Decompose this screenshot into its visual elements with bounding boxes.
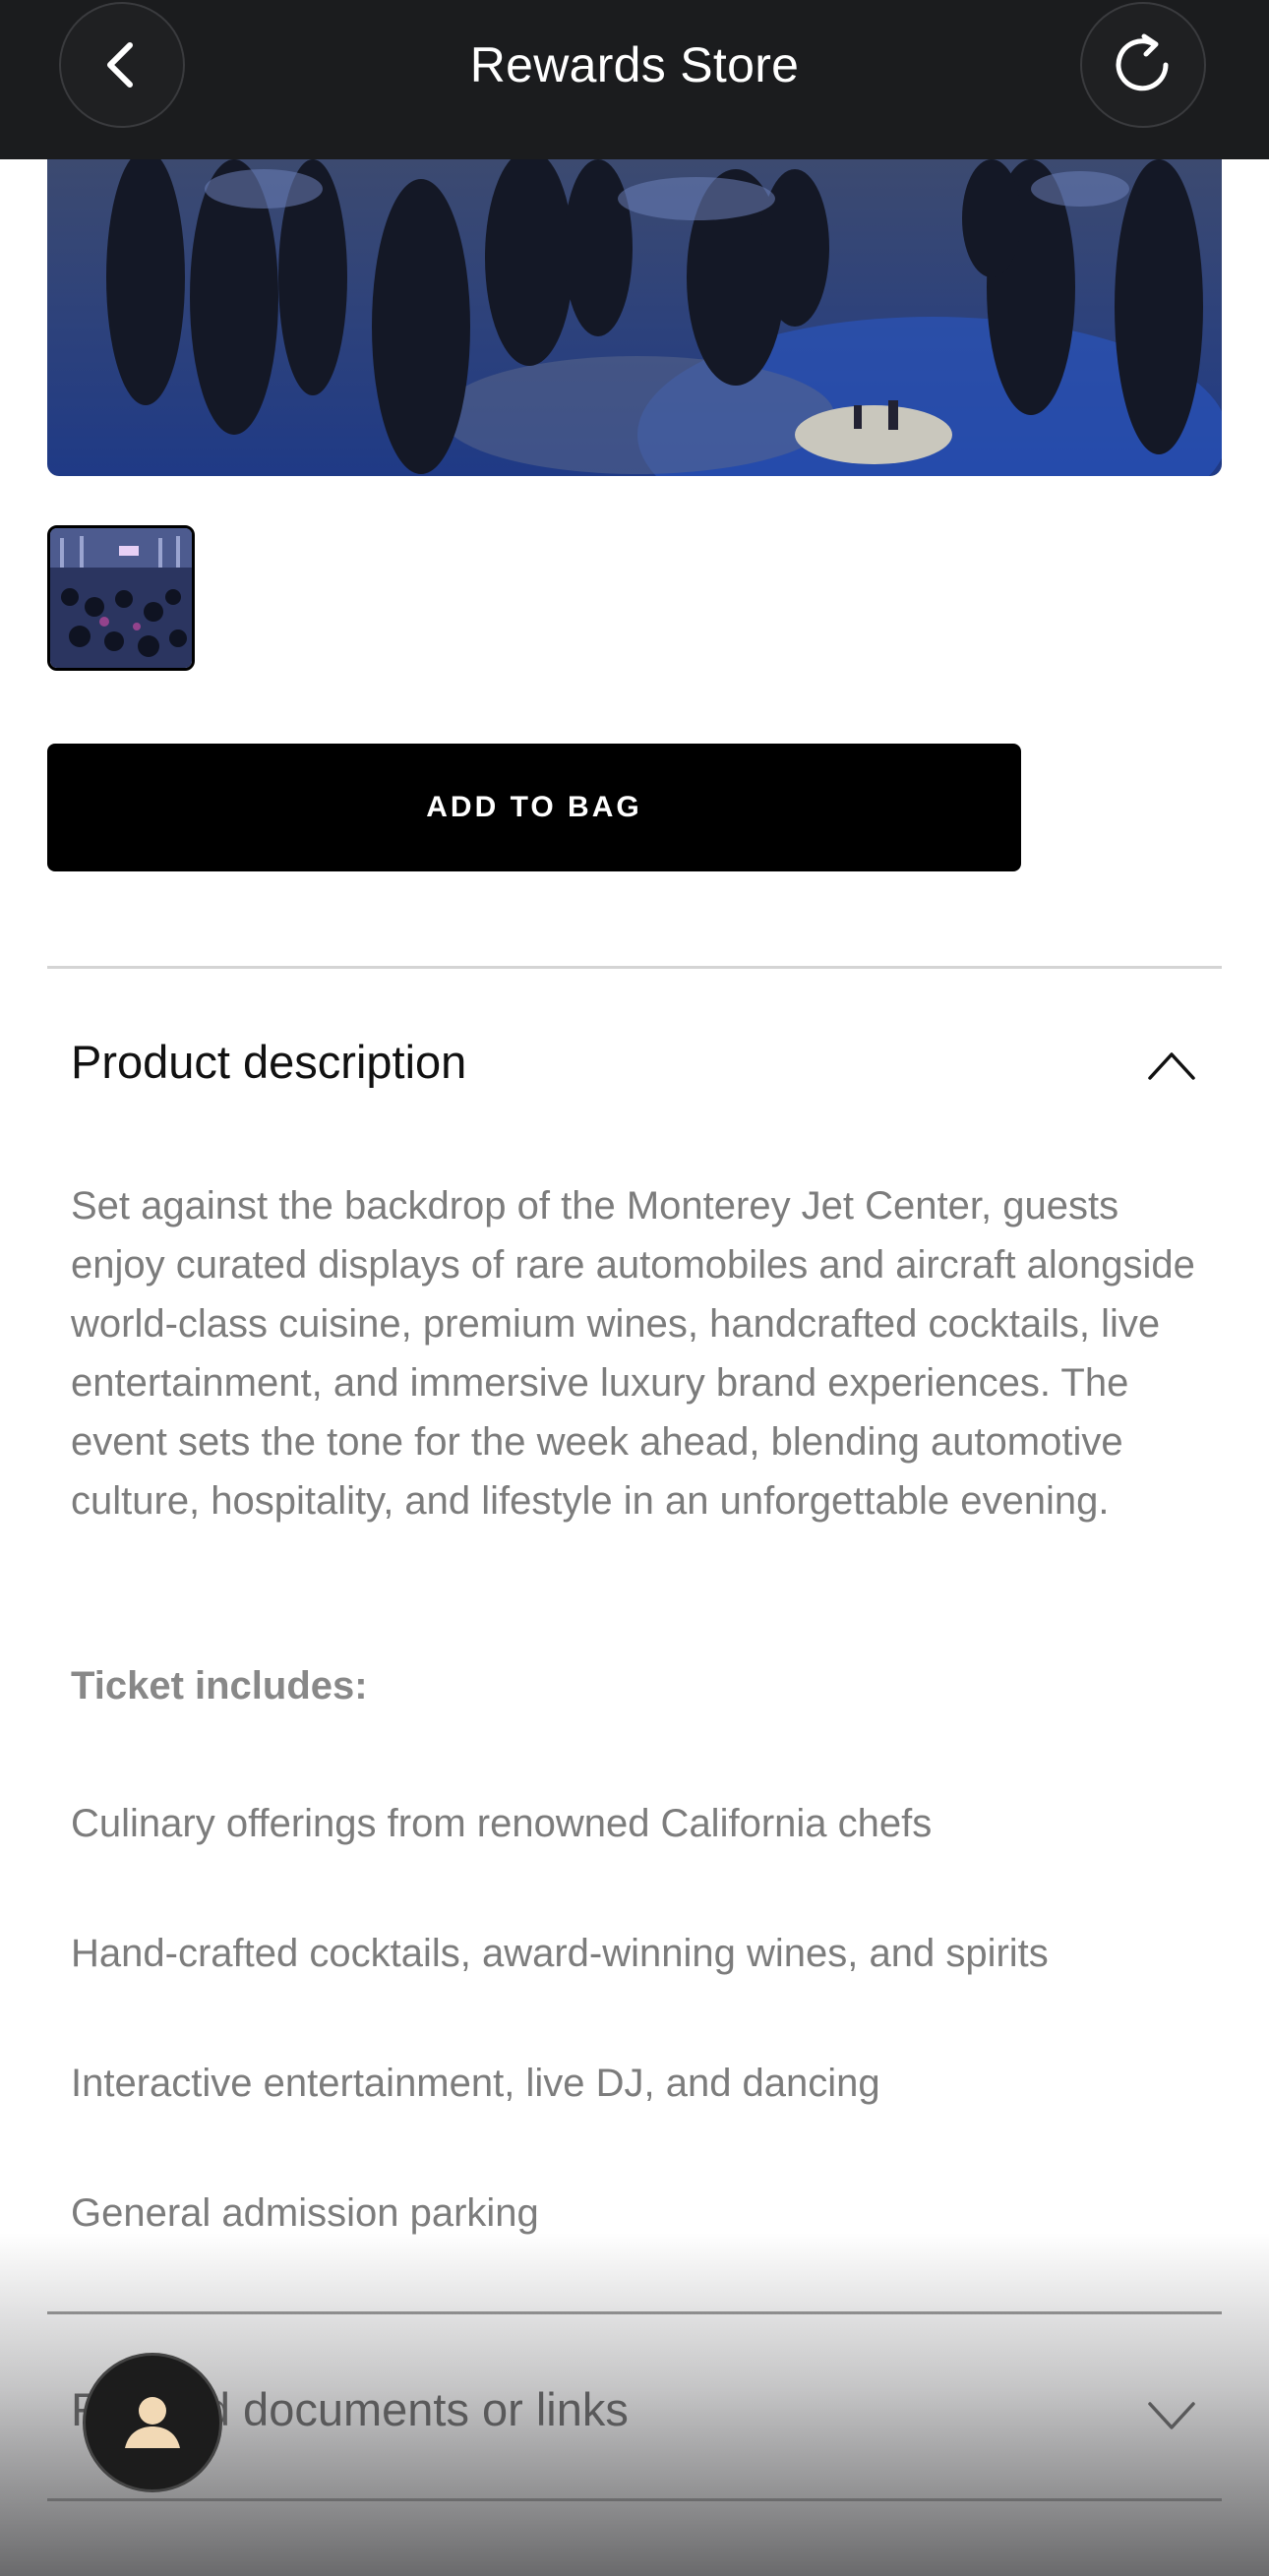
- product-description-text: Set against the backdrop of the Monterey…: [71, 1184, 1195, 1523]
- product-thumbnail[interactable]: [47, 525, 195, 671]
- refresh-icon: [1116, 33, 1169, 91]
- product-description-heading[interactable]: Product description: [71, 1031, 466, 1094]
- product-hero-image: [47, 159, 1222, 476]
- refresh-button[interactable]: [1080, 2, 1206, 128]
- divider: [47, 966, 1222, 969]
- chevron-up-icon[interactable]: [1147, 1048, 1196, 1082]
- page-title: Rewards Store: [469, 37, 800, 92]
- ticket-includes-heading: Ticket includes:: [71, 1664, 368, 1707]
- add-to-bag-button[interactable]: ADD TO BAG: [47, 744, 1021, 871]
- divider: [47, 2498, 1222, 2501]
- person-icon: [125, 2397, 180, 2448]
- chevron-down-icon[interactable]: [1147, 2400, 1196, 2433]
- divider: [47, 2311, 1222, 2314]
- list-item: Interactive entertainment, live DJ, and …: [71, 2062, 880, 2105]
- list-item: Culinary offerings from renowned Califor…: [71, 1802, 933, 1845]
- top-bar: Rewards Store: [0, 0, 1269, 159]
- list-item: General admission parking: [71, 2191, 539, 2235]
- list-item: Hand-crafted cocktails, award-winning wi…: [71, 1932, 1049, 1975]
- profile-button[interactable]: [83, 2353, 222, 2492]
